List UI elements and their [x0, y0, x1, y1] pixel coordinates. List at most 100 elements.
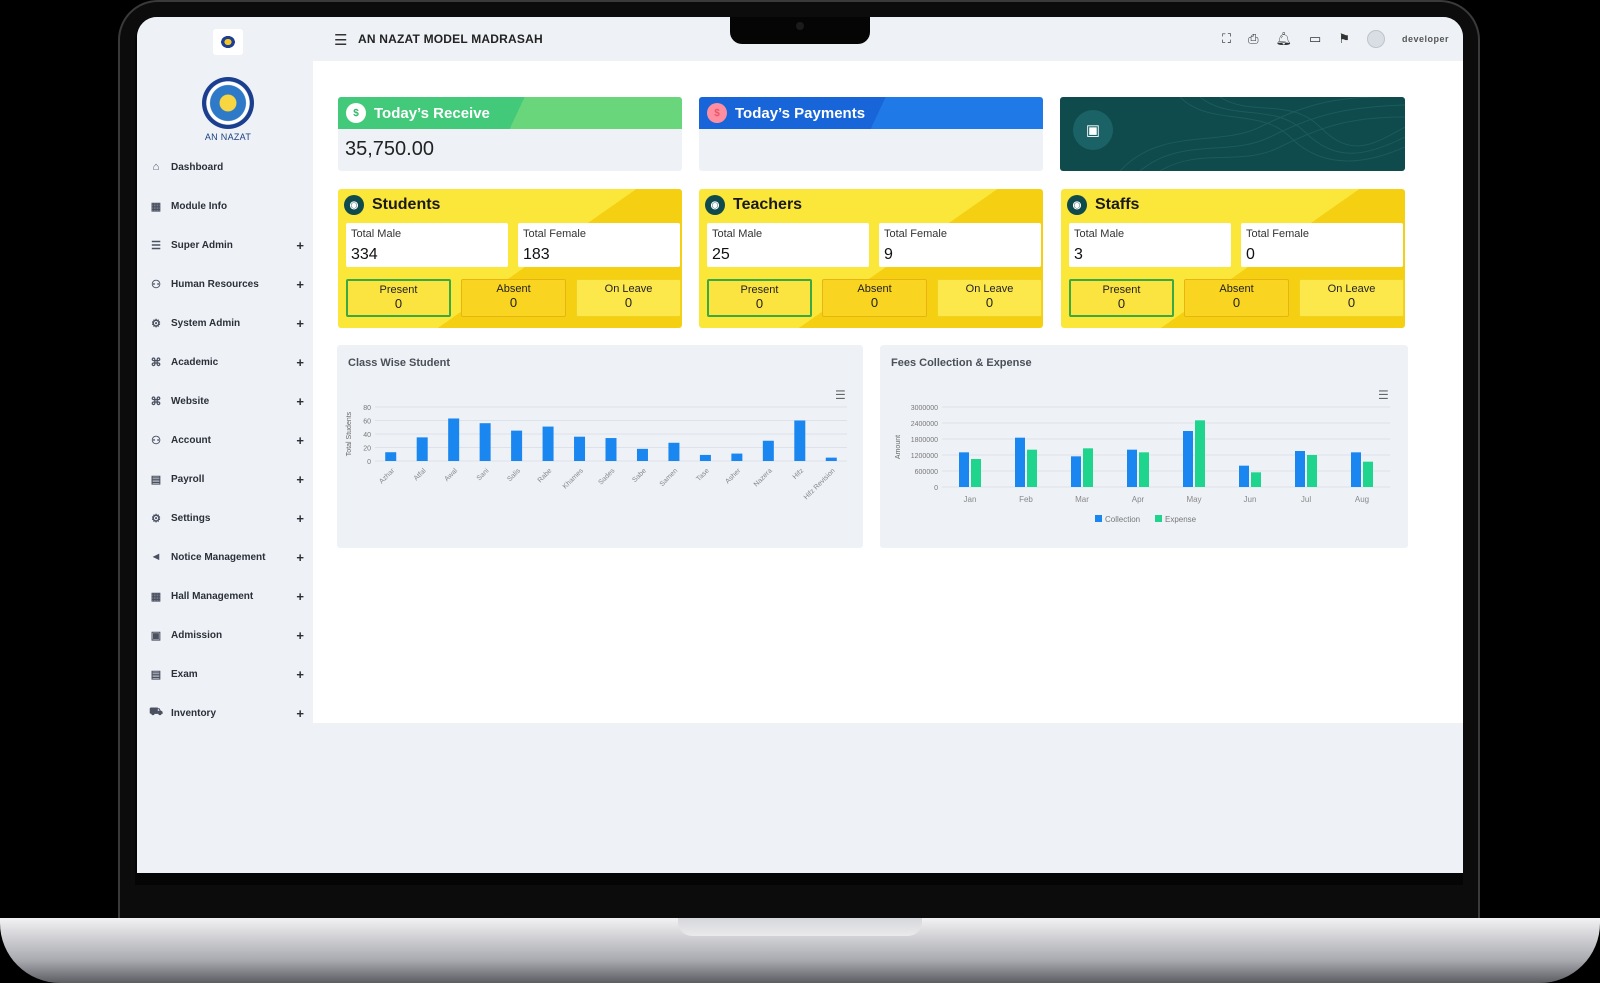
teacher-icon: ◉ [705, 195, 725, 215]
y-tick-label: 0 [367, 459, 371, 466]
bar [1363, 461, 1373, 487]
sidebar-item-label: Admission [171, 629, 223, 641]
sidebar-item-super-admin[interactable]: ☰ Super Admin + [149, 235, 304, 255]
y-tick-label: 600000 [915, 469, 938, 476]
sidebar-item-account[interactable]: ⚇ Account + [149, 430, 304, 450]
avatar[interactable] [1366, 30, 1385, 48]
sidebar-item-academic[interactable]: ⌘ Academic + [149, 352, 305, 372]
expand-plus-icon[interactable]: + [296, 628, 304, 643]
expand-plus-icon[interactable]: + [296, 550, 304, 565]
sidebar-item-label: Super Admin [171, 239, 233, 251]
expand-plus-icon[interactable]: + [296, 511, 304, 526]
bar [574, 436, 586, 461]
expand-plus-icon[interactable]: + [296, 706, 304, 721]
teachers-title: Teachers [733, 196, 803, 213]
bell-icon[interactable]: 🔔︎ [1276, 31, 1293, 47]
bar [762, 440, 774, 461]
expand-plus-icon[interactable]: + [296, 238, 304, 253]
bar [636, 448, 648, 461]
x-tick-label: Samen [659, 467, 680, 488]
legend-swatch [1095, 515, 1102, 522]
on-leave-value: 0 [1347, 295, 1356, 310]
expand-plus-icon[interactable]: + [296, 433, 304, 448]
expand-plus-icon[interactable]: + [296, 394, 304, 409]
expand-plus-icon[interactable]: + [296, 667, 304, 682]
expand-plus-icon[interactable]: + [296, 277, 304, 292]
sidebar-item-system-admin[interactable]: ⚙ System Admin + [149, 313, 304, 333]
x-tick-label: Salis [506, 467, 522, 483]
gear-icon: ⚙ [151, 512, 161, 525]
x-tick-label: Hifz [792, 467, 806, 481]
sidebar-item-admission[interactable]: ▣ Admission + [149, 625, 304, 645]
sidebar-item-label: Settings [171, 512, 211, 524]
bar [699, 454, 711, 461]
flag-icon[interactable]: ⚑ [1338, 31, 1350, 47]
sidebar-item-module-info[interactable]: ▦ Module Info [149, 196, 304, 216]
globe-cap-icon: ⌘ [150, 395, 162, 408]
cart-icon: ⛟ [149, 706, 163, 718]
expand-plus-icon[interactable]: + [296, 355, 304, 370]
total-male-box: Total Male 25 [707, 223, 869, 267]
user-name[interactable]: developer [1402, 34, 1449, 44]
present-value: 0 [1117, 296, 1126, 311]
expand-plus-icon[interactable]: + [296, 472, 304, 487]
absent-value: 0 [509, 295, 518, 310]
absent-label: Absent [857, 283, 892, 295]
brand-small-logo[interactable] [213, 29, 243, 55]
money-icon: $ [346, 103, 366, 123]
bar [1195, 420, 1205, 487]
sidebar-item-notice-management[interactable]: ◄ Notice Management + [149, 547, 304, 567]
building-icon: ▦ [150, 590, 162, 603]
y-tick-label: 3000000 [911, 405, 938, 412]
absent-value: 0 [870, 295, 879, 310]
bar [794, 420, 806, 461]
x-tick-label: Sades [597, 467, 616, 486]
present-value: 0 [394, 296, 403, 311]
topbar-actions: ⛶ ⎙ 🔔︎ ▭ ⚑ developer [1222, 30, 1449, 48]
laptop-base-notch [678, 918, 922, 936]
print-icon[interactable]: ⎙ [1248, 31, 1258, 47]
total-male-value: 334 [351, 246, 378, 263]
sidebar-item-label: System Admin [171, 317, 241, 329]
legend-label: Collection [1105, 515, 1140, 524]
x-tick-label: Nazera [753, 467, 774, 488]
present-label: Present [379, 284, 418, 296]
sidebar-item-inventory[interactable]: ⛟ Inventory + [149, 703, 304, 723]
total-male-value: 3 [1074, 246, 1083, 263]
sidebar: AN NAZAT ⌂ Dashboard ▦ Module Info ☰ Super Ad… [137, 17, 317, 873]
total-female-box: Total Female 183 [518, 223, 680, 267]
total-female-label: Total Female [1246, 228, 1309, 240]
wallet-card: ▣ [1060, 97, 1405, 171]
sidebar-item-human-resources[interactable]: ⚇ Human Resources + [149, 274, 304, 294]
sidebar-item-payroll[interactable]: ▤ Payroll + [149, 469, 304, 489]
bar [1139, 452, 1149, 487]
total-female-label: Total Female [523, 228, 586, 240]
fullscreen-icon[interactable]: ⛶ [1222, 31, 1231, 47]
legend-label: Expense [1165, 515, 1197, 524]
sidebar-item-settings[interactable]: ⚙ Settings + [149, 508, 304, 528]
main-footer-area [313, 723, 1463, 873]
sidebar-item-website[interactable]: ⌘ Website + [149, 391, 305, 411]
bar [1071, 456, 1081, 487]
list-icon: ▤ [150, 668, 162, 681]
x-tick-label: Jan [964, 495, 977, 504]
sidebar-item-dashboard[interactable]: ⌂ Dashboard [149, 157, 304, 177]
x-tick-label: Jul [1301, 495, 1311, 504]
sidebar-item-hall-management[interactable]: ▦ Hall Management + [149, 586, 304, 606]
total-male-box: Total Male 334 [346, 223, 508, 267]
sidebar-item-exam[interactable]: ▤ Exam + [149, 664, 304, 684]
bar [448, 418, 460, 461]
chat-icon[interactable]: ▭ [1309, 31, 1321, 47]
server-icon: ☰ [151, 239, 161, 252]
card-header: $ Today’s Receive [338, 97, 682, 129]
sidebar-item-label: Payroll [171, 473, 205, 485]
bar [605, 438, 617, 461]
expand-plus-icon[interactable]: + [296, 589, 304, 604]
grid-icon: ▦ [150, 200, 162, 213]
expand-plus-icon[interactable]: + [296, 316, 304, 331]
bar [1251, 472, 1261, 487]
present-label: Present [1102, 284, 1141, 296]
sidebar-item-label: Inventory [171, 707, 217, 719]
menu-toggle-icon[interactable]: ☰ [334, 31, 347, 49]
sidebar-item-label: Notice Management [171, 551, 266, 563]
